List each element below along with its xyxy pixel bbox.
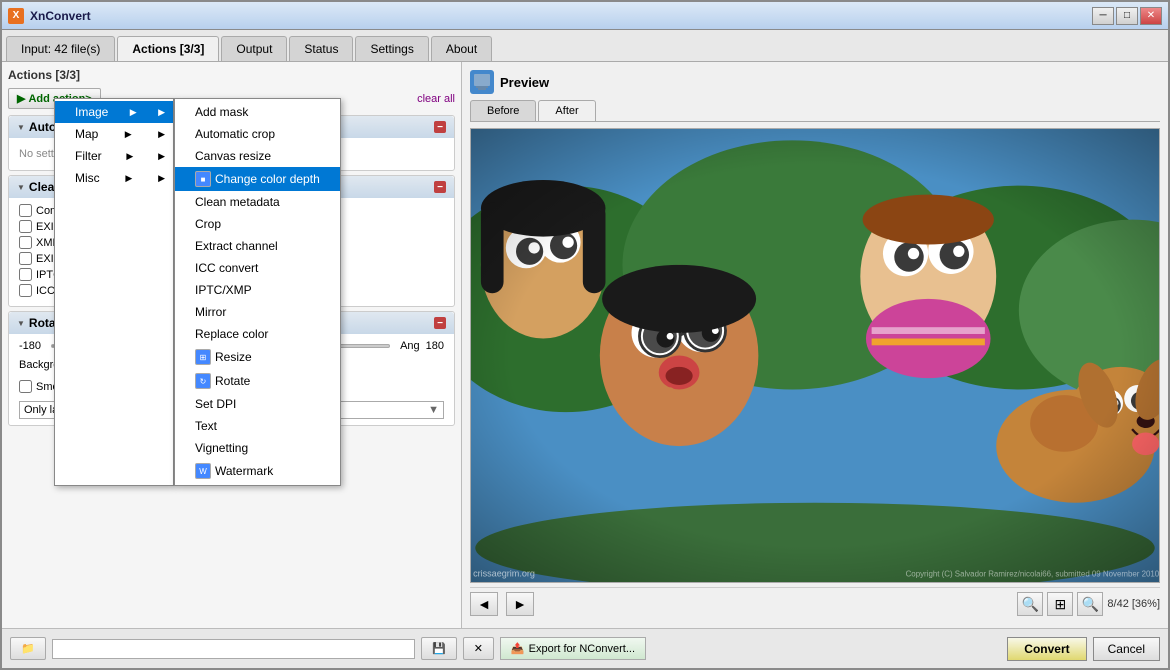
image-submenu: Add mask Automatic crop Canvas resize ■ … <box>174 98 341 486</box>
menu-clean-metadata[interactable]: Clean metadata <box>175 191 340 213</box>
tab-after[interactable]: After <box>538 100 595 121</box>
zoom-in-button[interactable]: 🔍 <box>1017 592 1043 616</box>
tab-status[interactable]: Status <box>289 36 353 61</box>
zoom-controls: 🔍 ⊞ 🔍 8/42 [36%] <box>1017 592 1160 616</box>
save-icon: 💾 <box>432 643 446 655</box>
menu-icc-convert[interactable]: ICC convert <box>175 257 340 279</box>
angle-value: -180 <box>19 340 41 352</box>
context-menu: Image ▶ Map ▶ Filter ▶ Misc ▶ <box>54 98 341 486</box>
menu-automatic-crop[interactable]: Automatic crop <box>175 123 340 145</box>
menu-set-dpi[interactable]: Set DPI <box>175 393 340 415</box>
remove-automatic-button[interactable]: − <box>434 121 446 133</box>
main-content: Actions [3/3] ▶ Add action> clear all ▼ … <box>2 62 1168 628</box>
left-panel: Actions [3/3] ▶ Add action> clear all ▼ … <box>2 62 462 628</box>
tab-input[interactable]: Input: 42 file(s) <box>6 36 115 61</box>
menu-resize[interactable]: ⊞ Resize <box>175 345 340 369</box>
main-window: X XnConvert ─ □ ✕ Input: 42 file(s) Acti… <box>0 0 1170 670</box>
preview-svg: © crissaegrim.org Copyright (C) Salvador… <box>471 129 1159 582</box>
remove-rotate-button[interactable]: − <box>434 317 446 329</box>
menu-mirror[interactable]: Mirror <box>175 301 340 323</box>
zoom-fit-button[interactable]: ⊞ <box>1047 592 1073 616</box>
export-button[interactable]: 📤 Export for NConvert... <box>500 637 646 660</box>
comment-checkbox[interactable] <box>19 204 32 217</box>
save-button[interactable]: 💾 <box>421 637 457 660</box>
path-input[interactable] <box>52 639 415 659</box>
window-controls: ─ □ ✕ <box>1092 7 1162 25</box>
tab-settings[interactable]: Settings <box>355 36 428 61</box>
exif-checkbox[interactable] <box>19 220 32 233</box>
watermark-icon: W <box>195 463 211 479</box>
menu-change-color-depth[interactable]: ■ Change color depth <box>175 167 340 191</box>
app-icon: X <box>8 8 24 24</box>
titlebar: X XnConvert ─ □ ✕ <box>2 2 1168 30</box>
maximize-button[interactable]: □ <box>1116 7 1138 25</box>
preview-icon <box>470 70 494 94</box>
preview-label: Preview <box>500 75 549 90</box>
minimize-button[interactable]: ─ <box>1092 7 1114 25</box>
first-level-menu: Image ▶ Map ▶ Filter ▶ Misc ▶ <box>54 98 174 486</box>
menu-item-map[interactable]: Map ▶ <box>55 123 173 145</box>
menu-watermark[interactable]: W Watermark <box>175 459 340 483</box>
convert-button[interactable]: Convert <box>1007 637 1086 661</box>
menu-replace-color[interactable]: Replace color <box>175 323 340 345</box>
collapse-icon: ▼ <box>17 183 25 192</box>
preview-header: Preview <box>470 70 1160 94</box>
menu-item-image[interactable]: Image ▶ <box>55 101 173 123</box>
menu-crop[interactable]: Crop <box>175 213 340 235</box>
main-tabbar: Input: 42 file(s) Actions [3/3] Output S… <box>2 30 1168 62</box>
tab-before[interactable]: Before <box>470 100 536 121</box>
export-icon: 📤 <box>511 642 525 655</box>
menu-text[interactable]: Text <box>175 415 340 437</box>
next-image-button[interactable]: ► <box>506 592 534 616</box>
menu-item-filter[interactable]: Filter ▶ <box>55 145 173 167</box>
preview-bottom: ◄ ► 🔍 ⊞ 🔍 8/42 [36%] <box>470 587 1160 620</box>
svg-text:© crissaegrim.org: © crissaegrim.org <box>471 568 535 578</box>
change-color-icon: ■ <box>195 171 211 187</box>
add-icon: ▶ <box>17 92 25 105</box>
cancel-button[interactable]: Cancel <box>1093 637 1160 661</box>
bottom-bar: 📁 💾 ✕ 📤 Export for NConvert... Convert C… <box>2 628 1168 668</box>
tab-output[interactable]: Output <box>221 36 287 61</box>
smooth-checkbox[interactable] <box>19 380 32 393</box>
tab-about[interactable]: About <box>431 36 492 61</box>
prev-image-button[interactable]: ◄ <box>470 592 498 616</box>
menu-iptc-xmp[interactable]: IPTC/XMP <box>175 279 340 301</box>
iptc-checkbox[interactable] <box>19 268 32 281</box>
folder-icon: 📁 <box>21 643 35 655</box>
angle-max: 180 <box>426 340 444 352</box>
collapse-icon: ▼ <box>17 123 25 132</box>
menu-item-misc[interactable]: Misc ▶ <box>55 167 173 189</box>
tab-actions[interactable]: Actions [3/3] <box>117 36 219 61</box>
rotate-icon: ↻ <box>195 373 211 389</box>
delete-icon: ✕ <box>474 643 483 655</box>
svg-text:Copyright (C) Salvador Ramirez: Copyright (C) Salvador Ramirez/nicolai66… <box>906 569 1159 578</box>
remove-metadata-button[interactable]: − <box>434 181 446 193</box>
menu-canvas-resize[interactable]: Canvas resize <box>175 145 340 167</box>
clear-all-link[interactable]: clear all <box>417 93 455 105</box>
section-header: Actions [3/3] <box>8 68 455 82</box>
image-counter: 8/42 [36%] <box>1107 598 1160 610</box>
menu-rotate[interactable]: ↻ Rotate <box>175 369 340 393</box>
preview-image-container: © crissaegrim.org Copyright (C) Salvador… <box>470 128 1160 583</box>
dropdown-arrow-icon: ▼ <box>428 404 439 416</box>
exif-thumbnail-checkbox[interactable] <box>19 252 32 265</box>
open-folder-button[interactable]: 📁 <box>10 637 46 660</box>
icc-checkbox[interactable] <box>19 284 32 297</box>
menu-add-mask[interactable]: Add mask <box>175 101 340 123</box>
resize-icon: ⊞ <box>195 349 211 365</box>
menu-extract-channel[interactable]: Extract channel <box>175 235 340 257</box>
zoom-out-button[interactable]: 🔍 <box>1077 592 1103 616</box>
angle-label: Ang <box>400 340 420 352</box>
window-title: XnConvert <box>30 9 1092 23</box>
delete-button[interactable]: ✕ <box>463 637 494 660</box>
right-panel: Preview Before After <box>462 62 1168 628</box>
collapse-icon: ▼ <box>17 319 25 328</box>
xmp-checkbox[interactable] <box>19 236 32 249</box>
preview-tabs: Before After <box>470 100 1160 122</box>
close-button[interactable]: ✕ <box>1140 7 1162 25</box>
menu-vignetting[interactable]: Vignetting <box>175 437 340 459</box>
